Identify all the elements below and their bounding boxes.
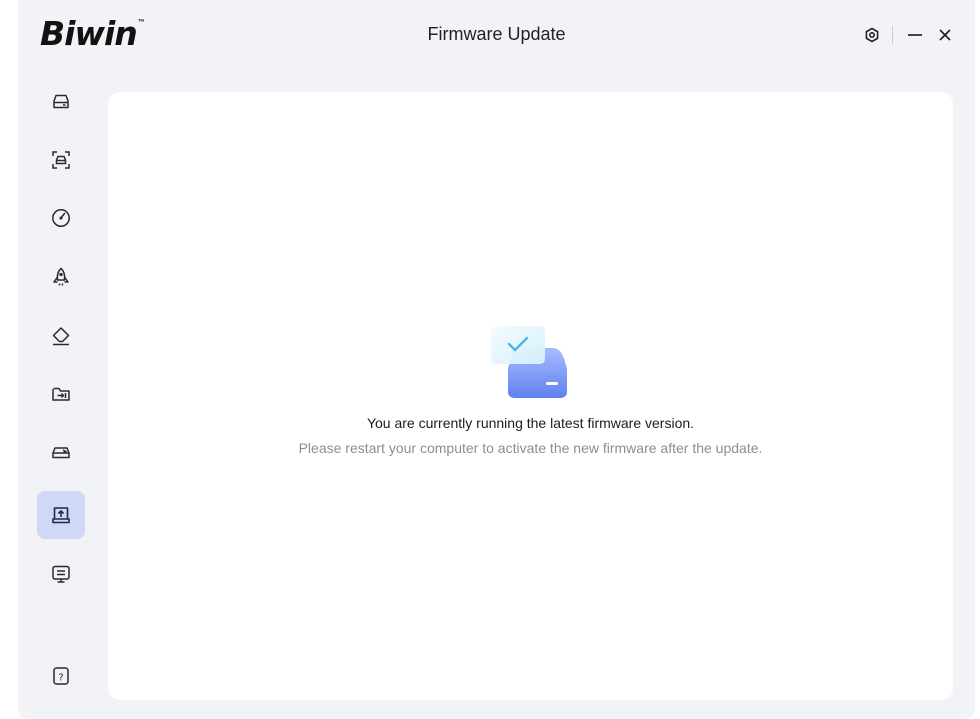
settings-button[interactable] xyxy=(860,24,884,46)
help-glyph: ? xyxy=(58,672,63,683)
settings-icon xyxy=(865,27,879,43)
sidebar-item-clone[interactable] xyxy=(37,428,85,476)
window-controls xyxy=(860,24,957,46)
sidebar-item-benchmark[interactable] xyxy=(37,194,85,242)
drive-icon xyxy=(53,94,69,109)
help-icon: ? xyxy=(53,667,69,685)
main-panel: You are currently running the latest fir… xyxy=(108,92,953,700)
sidebar-item-scan[interactable] xyxy=(37,136,85,184)
page-title: Firmware Update xyxy=(427,24,566,44)
app-window: Biwin ™ Firmware Update ? You are curren… xyxy=(18,0,975,719)
help-button[interactable]: ? xyxy=(37,652,85,700)
restart-note: Please restart your computer to activate… xyxy=(298,440,763,456)
gauge-icon xyxy=(52,209,70,227)
minimize-button[interactable] xyxy=(903,24,927,46)
status-message: You are currently running the latest fir… xyxy=(366,415,695,431)
scan-drive-icon xyxy=(52,151,70,169)
firmware-upload-icon xyxy=(52,507,70,524)
clone-drive-icon xyxy=(52,447,70,459)
sidebar-item-system-info[interactable] xyxy=(37,550,85,598)
close-icon xyxy=(939,29,951,41)
sidebar: ? xyxy=(36,72,86,712)
eraser-icon xyxy=(52,327,70,346)
folder-transfer-icon xyxy=(52,387,70,401)
sidebar-item-erase[interactable] xyxy=(37,312,85,360)
title-bar: Biwin ™ Firmware Update xyxy=(18,0,975,70)
monitor-icon xyxy=(52,565,70,583)
drive-check-icon xyxy=(491,326,567,398)
close-button[interactable] xyxy=(933,24,957,46)
control-divider xyxy=(892,26,893,44)
sidebar-item-boost[interactable] xyxy=(37,253,85,301)
sidebar-item-migrate[interactable] xyxy=(37,370,85,418)
sidebar-item-drive[interactable] xyxy=(37,78,85,126)
sidebar-item-firmware-update[interactable] xyxy=(37,491,85,539)
minimize-icon xyxy=(908,34,922,36)
rocket-icon xyxy=(53,267,69,286)
